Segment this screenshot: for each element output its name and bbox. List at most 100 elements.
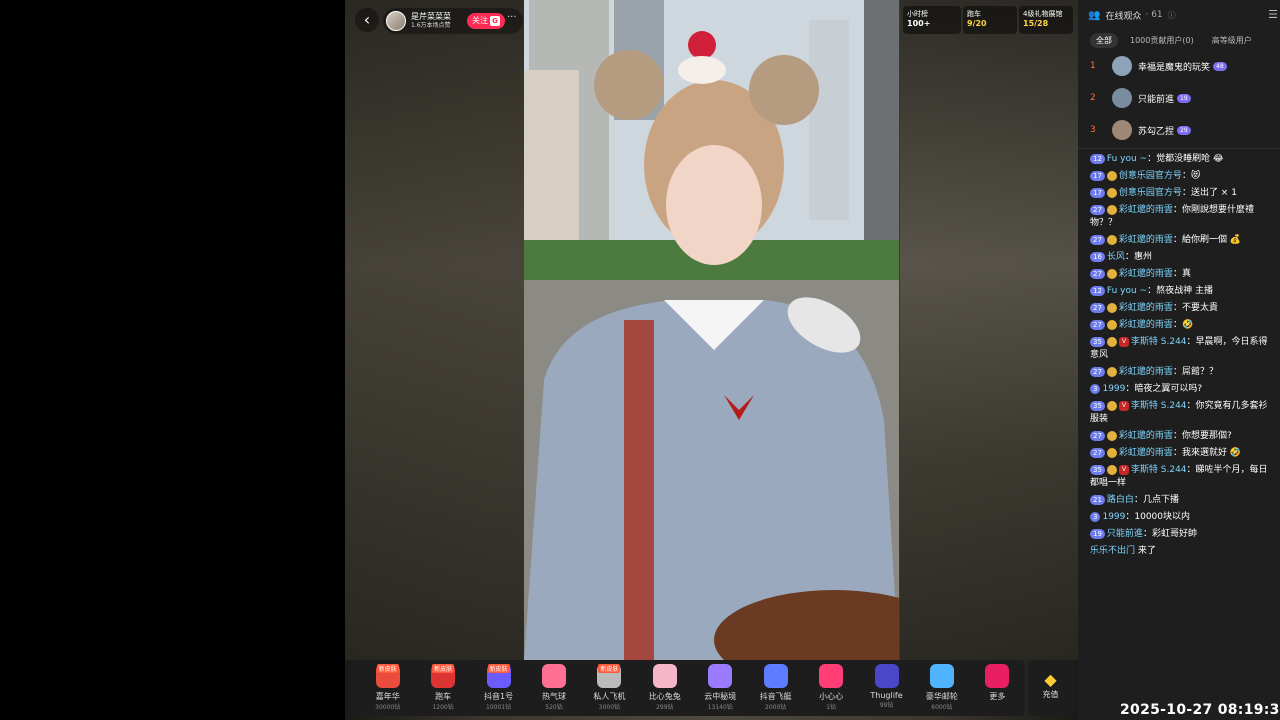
chat-message[interactable]: 17 创意乐园官方号：送出了 × 1	[1090, 187, 1274, 200]
fan-group-badge: G	[490, 16, 500, 26]
chat-username[interactable]: 彩虹邈的雨雲	[1119, 431, 1173, 441]
rank-number: 2	[1090, 93, 1096, 103]
sports-car-label: 跑车	[967, 10, 981, 18]
chat-username[interactable]: 创意乐园官方号	[1119, 188, 1182, 198]
tab-contributors[interactable]: 1000贡献用户(0)	[1124, 33, 1200, 48]
chat-username[interactable]: Fu you ~	[1107, 286, 1147, 296]
chat-message[interactable]: 27 彩虹邈的雨雲：屌館？？	[1090, 366, 1274, 379]
top-user-row[interactable]: 3 苏勾乙捏 29	[1078, 114, 1280, 146]
people-icon: 👥	[1088, 9, 1101, 21]
sports-car-box[interactable]: 跑车 9/20	[963, 6, 1017, 34]
chat-message[interactable]: 3 1999：10000块以内	[1090, 511, 1274, 524]
chat-message[interactable]: 19 只能前進：彩虹哥好帥	[1090, 528, 1274, 541]
gift-item[interactable]: 新皮肤 抖音1号 10001钻	[471, 660, 526, 716]
gift-item[interactable]: 比心兔兔 299钻	[637, 660, 692, 716]
host-avatar[interactable]	[386, 11, 406, 31]
gift-bar: 新皮肤 嘉年华 30000钻 新皮肤 跑车 1200钻 新皮肤 抖音1号 10001钻 热气球 52…	[350, 660, 1025, 716]
chat-username[interactable]: 彩虹邈的雨雲	[1119, 205, 1173, 215]
gift-item[interactable]: 新皮肤 跑车 1200钻	[415, 660, 470, 716]
chat-username[interactable]: 乐乐不出门	[1090, 546, 1135, 556]
gift-gallery-value: 15/28	[1023, 19, 1049, 28]
chat-username[interactable]: 李斯特 S.244	[1131, 465, 1187, 475]
avatar[interactable]	[1112, 88, 1132, 108]
gift-price: 1钻	[826, 704, 836, 711]
chat-username[interactable]: 彩虹邈的雨雲	[1119, 235, 1173, 245]
follow-button[interactable]: 关注 G	[467, 13, 505, 29]
chat-username[interactable]: 长风	[1107, 252, 1125, 262]
avatar[interactable]	[1112, 120, 1132, 140]
gift-item[interactable]: 热气球 520钻	[526, 660, 581, 716]
level-badge: 35	[1090, 401, 1105, 411]
gift-item[interactable]: 新皮肤 私人飞机 3000钻	[582, 660, 637, 716]
gift-item[interactable]: 小心心 1钻	[803, 660, 858, 716]
chat-username[interactable]: 1999	[1102, 384, 1125, 394]
chat-username[interactable]: Fu you ~	[1107, 154, 1147, 164]
gift-item[interactable]: 更多	[970, 660, 1025, 716]
chat-message[interactable]: 3 1999：暗夜之翼可以吗?	[1090, 383, 1274, 396]
chat-message[interactable]: 35 V 李斯特 S.244：睇咗半个月，每日都唱一样	[1090, 464, 1274, 490]
chat-username[interactable]: 李斯特 S.244	[1131, 401, 1187, 411]
avatar[interactable]	[1112, 56, 1132, 76]
gift-item[interactable]: 豪华邮轮 6000钻	[914, 660, 969, 716]
fan-badge-icon	[1106, 302, 1117, 313]
top-users-list: 1 幸福是魔鬼的玩笑 48 2 只能前進 19 3 苏勾乙捏 29	[1078, 50, 1280, 146]
gift-item[interactable]: 抖音飞艇 2000钻	[748, 660, 803, 716]
top-user-row[interactable]: 1 幸福是魔鬼的玩笑 48	[1078, 50, 1280, 82]
help-icon[interactable]: ⓘ	[1168, 10, 1176, 21]
chat-message[interactable]: 27 彩虹邈的雨雲：你想要那個?	[1090, 430, 1274, 443]
chat-username[interactable]: 创意乐园官方号	[1119, 171, 1182, 181]
chat-username[interactable]: 李斯特 S.244	[1131, 337, 1187, 347]
chat-message[interactable]: 27 彩虹邈的雨雲：給你刷一個 💰	[1090, 234, 1274, 247]
chat-username[interactable]: 彩虹邈的雨雲	[1119, 320, 1173, 330]
more-icon[interactable]: ···	[507, 12, 517, 23]
chat-message[interactable]: 12 Fu you ~：觉都没睡刷呛 😂	[1090, 153, 1274, 166]
chat-message[interactable]: 乐乐不出门 来了	[1090, 545, 1274, 558]
chat-username[interactable]: 彩虹邈的雨雲	[1119, 303, 1173, 313]
chat-message[interactable]: 12 Fu you ~：熬夜战神 主播	[1090, 285, 1274, 298]
gift-name: 比心兔兔	[648, 692, 681, 701]
level-badge: 27	[1090, 320, 1105, 330]
chat-username[interactable]: 彩虹邈的雨雲	[1119, 269, 1173, 279]
tab-all[interactable]: 全部	[1090, 32, 1118, 48]
chat-message[interactable]: 27 彩虹邈的雨雲：🤣	[1090, 319, 1274, 332]
gift-item[interactable]: 云中秘境 13140钻	[693, 660, 748, 716]
chat-text: ：觉都没睡刷呛 😂	[1147, 154, 1224, 164]
chat-message[interactable]: 27 彩虹邈的雨雲：我來選就好 🤣	[1090, 447, 1274, 460]
menu-icon[interactable]: ☰	[1268, 8, 1278, 21]
chat-username[interactable]: 路白白	[1107, 495, 1134, 505]
level-badge: 48	[1213, 61, 1227, 71]
tab-high-level[interactable]: 高等级用户	[1206, 33, 1258, 48]
chat-message[interactable]: 27 彩虹邈的雨雲：真	[1090, 268, 1274, 281]
follow-label: 关注	[472, 16, 488, 25]
audience-header: 👥 在线观众 · 61 ⓘ ☰	[1078, 0, 1280, 30]
chat-message[interactable]: 35 V 李斯特 S.244：早晨啊，今日系得意风	[1090, 336, 1274, 362]
user-name: 幸福是魔鬼的玩笑	[1138, 62, 1211, 73]
chat-text: ：熬夜战神 主播	[1147, 286, 1213, 296]
live-video[interactable]	[524, 0, 899, 660]
gift-name: 小心心	[819, 692, 844, 701]
chat-username[interactable]: 只能前進	[1107, 529, 1143, 539]
gift-gallery-box[interactable]: 4级礼物展馆 15/28	[1019, 6, 1073, 34]
chat-username[interactable]: 彩虹邈的雨雲	[1119, 448, 1173, 458]
gift-name: Thuglife	[870, 691, 903, 700]
chat-text: ：不要太貴	[1172, 303, 1218, 313]
chat-message[interactable]: 21 路白白：几点下播	[1090, 494, 1274, 507]
chat-username[interactable]: 彩虹邈的雨雲	[1119, 367, 1173, 377]
top-user-row[interactable]: 2 只能前進 19	[1078, 82, 1280, 114]
chat-username[interactable]: 1999	[1102, 512, 1125, 522]
chat-message[interactable]: 35 V 李斯特 S.244：你究竟有几多套衫服装	[1090, 400, 1274, 426]
hourly-rank-box[interactable]: 小时榜 100+	[903, 6, 961, 34]
gift-item[interactable]: 新皮肤 嘉年华 30000钻	[360, 660, 415, 716]
level-badge: 27	[1090, 448, 1105, 458]
chat-message[interactable]: 27 彩虹邈的雨雲：不要太貴	[1090, 302, 1274, 315]
chat-message[interactable]: 27 彩虹邈的雨雲：你剛說想要什麼禮物？？	[1090, 204, 1274, 230]
chat-text: ：10000块以内	[1125, 512, 1191, 522]
back-button[interactable]: ‹	[355, 8, 379, 32]
chat-message[interactable]: 17 创意乐园官方号：😻	[1090, 170, 1274, 183]
recharge-button[interactable]: ◆ 充值	[1028, 660, 1073, 716]
chat-text: ：我來選就好 🤣	[1172, 448, 1242, 458]
gift-icon	[985, 664, 1010, 688]
gift-item[interactable]: Thuglife 99钻	[859, 660, 914, 716]
chat-text: ：彩虹哥好帥	[1142, 529, 1197, 539]
chat-message[interactable]: 16 长风：惠州	[1090, 251, 1274, 264]
